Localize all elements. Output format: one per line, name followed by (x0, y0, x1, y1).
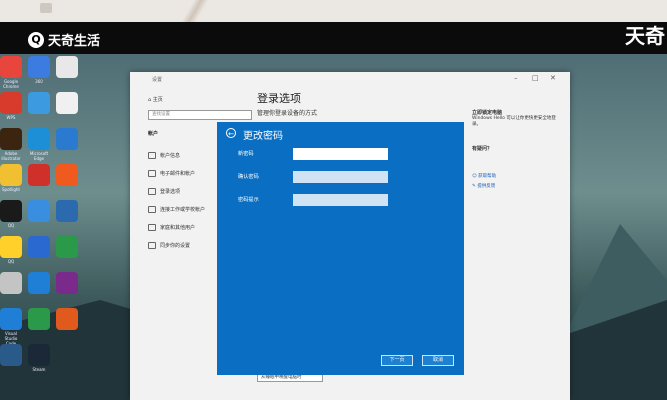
related-text: Windows Hello 可以让你更快更安全地登录。 (472, 116, 556, 127)
desktop-app-label: Steam (32, 367, 46, 372)
desktop-app-label: QQ (7, 259, 15, 264)
sidebar-item-account-info[interactable]: 帐户信息 (148, 152, 180, 159)
brand-logo-icon: Q (28, 31, 44, 48)
page-subtitle: 管理你登录设备的方式 (257, 110, 318, 117)
desktop-app-icon[interactable] (28, 236, 50, 258)
desktop-app-icon[interactable] (56, 92, 78, 114)
desktop-app-label: Google Chrome (3, 79, 19, 89)
desktop-app-label: QQ (7, 223, 15, 228)
maximize-icon[interactable]: □ (532, 74, 539, 82)
paper-mark (40, 3, 52, 13)
desktop-app-icon[interactable] (56, 164, 78, 186)
desktop-app-icon[interactable] (56, 272, 78, 294)
desktop-app-icon[interactable] (28, 272, 50, 294)
confirm-password-label: 确认密码 (238, 174, 259, 180)
paper-background (0, 0, 667, 22)
new-password-input[interactable] (293, 148, 388, 160)
window-title: 设置 (152, 77, 163, 83)
desktop-app-icon[interactable] (28, 56, 50, 78)
sidebar-item-email-accounts[interactable]: 电子邮件和帐户 (148, 170, 195, 177)
key-icon (148, 188, 156, 195)
sidebar-item-family[interactable]: 家庭和其他用户 (148, 224, 195, 231)
desktop-app-label: Adobe Illustrator (1, 151, 21, 161)
briefcase-icon (148, 206, 156, 213)
sidebar-item-sign-in-options[interactable]: 登录选项 (148, 188, 180, 195)
desktop-app-label: Spotlight (2, 187, 20, 192)
confirm-password-input[interactable] (293, 171, 388, 183)
desktop-app-icon[interactable] (28, 344, 50, 366)
brand-watermark: Q 天奇生活 (28, 30, 100, 49)
password-hint-input[interactable] (293, 194, 388, 206)
person-icon (148, 152, 156, 159)
page-title: 登录选项 (257, 92, 301, 105)
paper-fold (165, 0, 225, 22)
brand-watermark-right: 天奇 (625, 24, 665, 48)
desktop-app-icon[interactable] (0, 308, 22, 330)
desktop-app-icon[interactable] (56, 200, 78, 222)
desktop-app-icon[interactable] (56, 56, 78, 78)
video-top-bar (0, 22, 667, 54)
desktop-app-icon[interactable] (0, 164, 22, 186)
desktop-app-icon[interactable] (0, 344, 22, 366)
desktop-app-icon[interactable] (28, 92, 50, 114)
desktop-app-icon[interactable] (56, 308, 78, 330)
next-button[interactable]: 下一页 (381, 355, 413, 366)
cancel-button[interactable]: 取消 (422, 355, 454, 366)
new-password-label: 新密码 (238, 151, 254, 157)
desktop-app-icon[interactable] (56, 236, 78, 258)
sidebar-item-sync[interactable]: 同步你的设置 (148, 242, 190, 249)
brand-text: 天奇生活 (48, 34, 101, 49)
minimize-icon[interactable]: – (514, 74, 518, 82)
sync-icon (148, 242, 156, 249)
close-icon[interactable]: ✕ (550, 74, 556, 82)
desktop-app-icon[interactable] (56, 128, 78, 150)
feedback-link[interactable]: ✎ 提供反馈 (472, 184, 562, 190)
desktop-app-icon[interactable] (28, 308, 50, 330)
related-settings: 立即锁定电脑 Windows Hello 可以让你更快更安全地登录。 有疑问？ … (472, 110, 562, 190)
desktop-app-icon[interactable] (28, 164, 50, 186)
desktop-app-icon[interactable] (0, 200, 22, 222)
settings-search-input[interactable]: 查找设置 (148, 110, 252, 120)
desktop-app-icon[interactable] (0, 128, 22, 150)
desktop-app-icon[interactable] (28, 128, 50, 150)
people-icon (148, 224, 156, 231)
mail-icon (148, 170, 156, 177)
home-link[interactable]: ⌂ 主页 (148, 96, 163, 103)
back-arrow-icon[interactable]: ← (226, 128, 236, 138)
desktop-app-icon[interactable] (0, 272, 22, 294)
change-password-dialog: ← 更改密码 新密码 确认密码 密码提示 下一页 取消 (217, 122, 464, 375)
desktop-app-label: WPS (6, 115, 16, 120)
dialog-title: 更改密码 (243, 131, 283, 142)
desktop-app-icon[interactable] (0, 92, 22, 114)
desktop-app-icon[interactable] (0, 56, 22, 78)
desktop-app-icon[interactable] (28, 200, 50, 222)
sidebar-item-work-school[interactable]: 连接工作或学校帐户 (148, 206, 205, 213)
desktop-app-icon[interactable] (0, 236, 22, 258)
desktop-app-label: Microsoft Edge (29, 151, 49, 161)
sidebar-category: 帐户 (148, 131, 159, 137)
desktop-app-label: 360 (35, 79, 43, 84)
password-hint-label: 密码提示 (238, 197, 259, 203)
